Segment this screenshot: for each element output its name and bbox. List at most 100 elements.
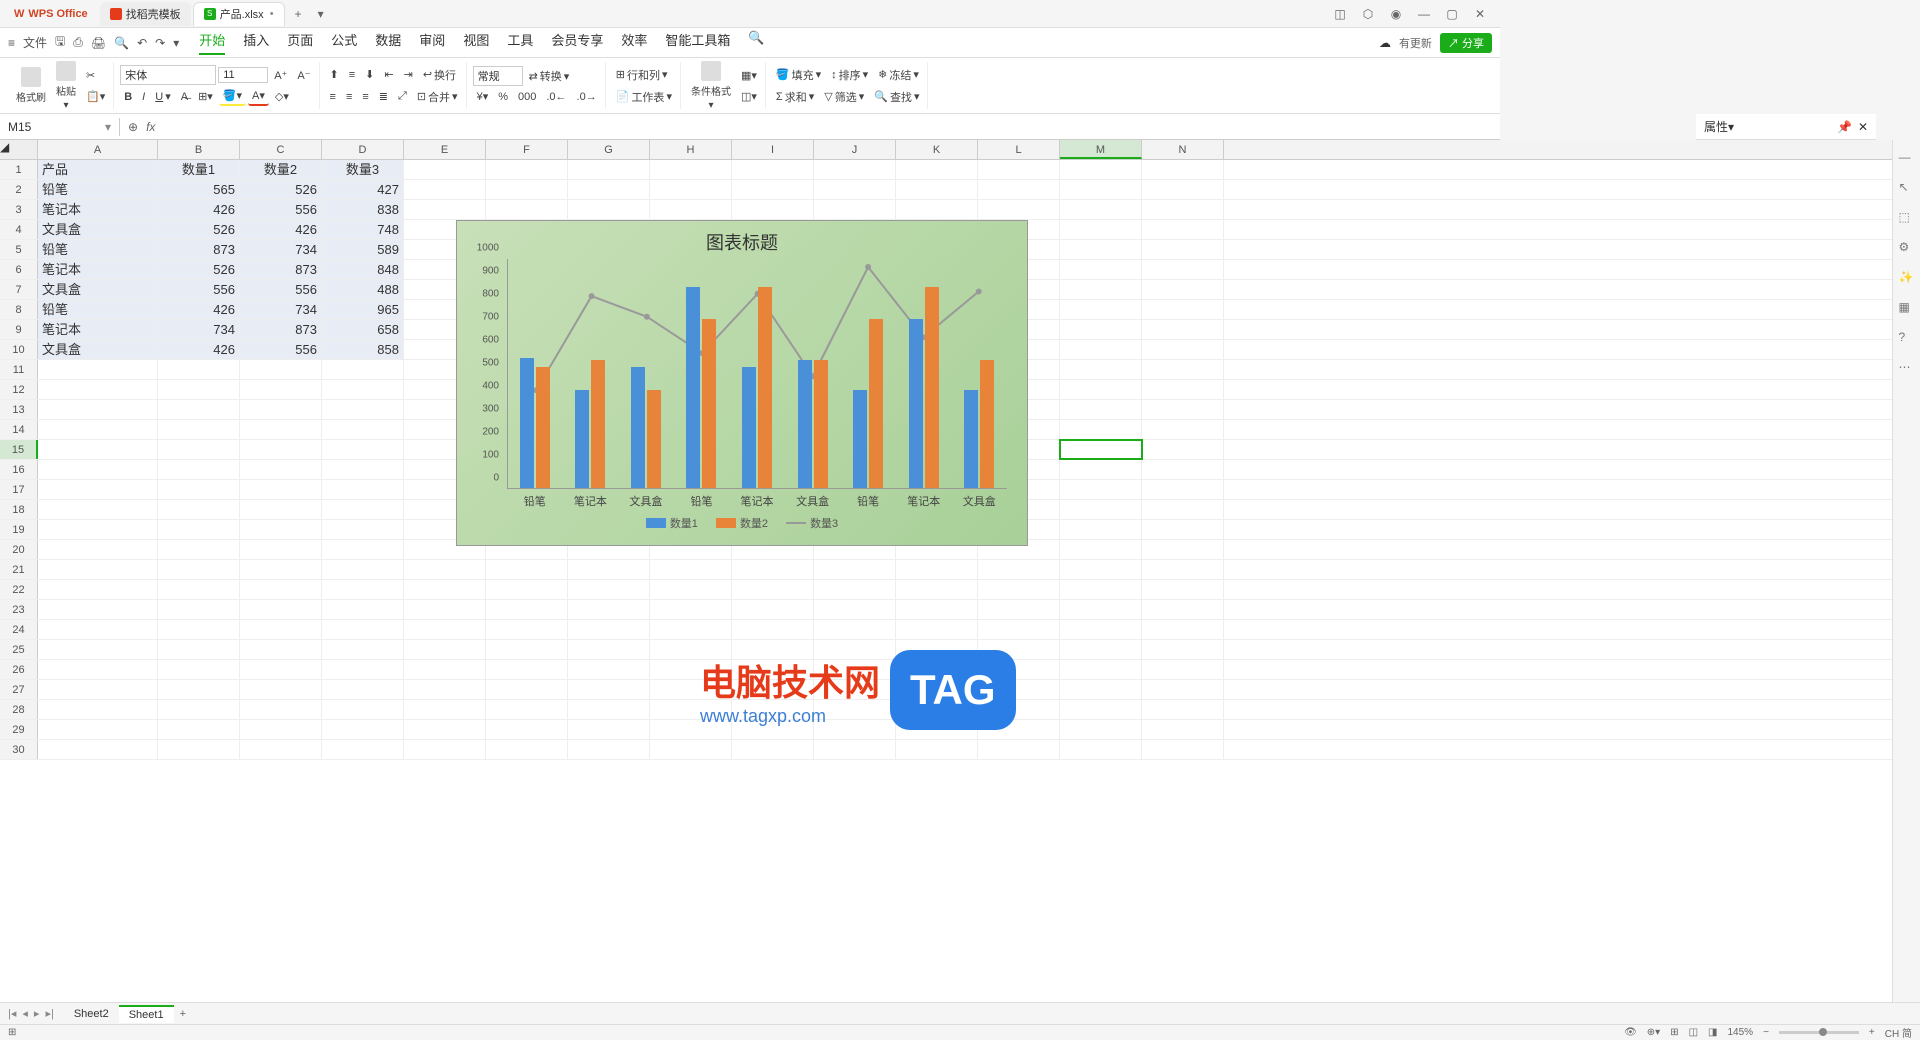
cell[interactable] <box>38 740 158 759</box>
cell[interactable] <box>322 580 404 599</box>
cell[interactable] <box>568 620 650 639</box>
cell[interactable] <box>158 360 240 379</box>
cell[interactable] <box>158 580 240 599</box>
filter-button[interactable]: ▽筛选▾ <box>820 87 868 107</box>
cell[interactable]: 838 <box>322 200 404 219</box>
cell[interactable] <box>568 700 650 719</box>
cell-style-button[interactable]: ◫▾ <box>737 88 761 105</box>
cell[interactable] <box>38 480 158 499</box>
cell[interactable] <box>38 580 158 599</box>
spreadsheet[interactable]: ◢ A B C D E F G H I J K L M N 1产品数量1数量2数… <box>0 140 1892 1010</box>
prev-sheet-button[interactable]: ◂ <box>22 1007 28 1020</box>
clear-format-button[interactable]: ◇▾ <box>271 88 293 105</box>
undo-button[interactable]: ↶ <box>137 36 147 50</box>
cell[interactable] <box>568 600 650 619</box>
cell[interactable] <box>650 160 732 179</box>
sort-button[interactable]: ↕排序▾ <box>827 65 872 85</box>
cell[interactable] <box>1142 560 1224 579</box>
cell[interactable] <box>650 560 732 579</box>
cell[interactable]: 426 <box>158 200 240 219</box>
status-icon[interactable]: ⊞ <box>8 1027 16 1038</box>
cell[interactable] <box>486 640 568 659</box>
cell[interactable]: 589 <box>322 240 404 259</box>
panel-icon[interactable]: ▦ <box>1899 300 1915 316</box>
row-header[interactable]: 27 <box>0 680 38 699</box>
minimize-button[interactable]: — <box>1416 7 1432 21</box>
cell[interactable] <box>240 540 322 559</box>
view-split-icon[interactable]: ◨ <box>1708 1027 1717 1038</box>
cell[interactable] <box>1142 460 1224 479</box>
cell[interactable] <box>732 600 814 619</box>
row-header[interactable]: 17 <box>0 480 38 499</box>
cell[interactable]: 873 <box>240 260 322 279</box>
cell[interactable] <box>404 720 486 739</box>
cell[interactable]: 数量2 <box>240 160 322 179</box>
cell[interactable] <box>896 180 978 199</box>
table-style-button[interactable]: ▦▾ <box>737 67 761 84</box>
cell[interactable] <box>650 180 732 199</box>
cell[interactable]: 铅笔 <box>38 300 158 319</box>
sheet-tab[interactable]: Sheet2 <box>64 1006 119 1022</box>
cell[interactable] <box>1060 700 1142 719</box>
cell[interactable] <box>322 680 404 699</box>
cell[interactable]: 748 <box>322 220 404 239</box>
cell[interactable] <box>38 720 158 739</box>
cell[interactable] <box>1142 600 1224 619</box>
cell[interactable] <box>1142 480 1224 499</box>
cell[interactable] <box>158 420 240 439</box>
cell[interactable] <box>1142 200 1224 219</box>
cell[interactable] <box>568 200 650 219</box>
cell[interactable] <box>240 480 322 499</box>
zoom-slider[interactable] <box>1779 1031 1859 1034</box>
col-header[interactable]: K <box>896 140 978 159</box>
cell[interactable] <box>1142 160 1224 179</box>
cell[interactable] <box>322 520 404 539</box>
cell[interactable] <box>38 600 158 619</box>
col-header[interactable]: N <box>1142 140 1224 159</box>
cell[interactable] <box>896 740 978 759</box>
cell[interactable] <box>404 180 486 199</box>
cell[interactable] <box>896 620 978 639</box>
cell[interactable]: 873 <box>158 240 240 259</box>
copy-button[interactable]: 📋▾ <box>82 88 109 105</box>
row-header[interactable]: 15 <box>0 440 38 459</box>
format-brush-button[interactable]: 格式刷 <box>12 65 50 106</box>
cell[interactable]: 数量1 <box>158 160 240 179</box>
cell[interactable] <box>1142 520 1224 539</box>
cell[interactable] <box>978 620 1060 639</box>
paste-button[interactable]: 粘贴▾ <box>52 59 80 113</box>
cell[interactable]: 848 <box>322 260 404 279</box>
layout-icon[interactable]: ◫ <box>1332 7 1348 21</box>
cell[interactable] <box>814 160 896 179</box>
cell[interactable] <box>896 580 978 599</box>
add-tab-button[interactable]: + <box>287 7 310 21</box>
convert-button[interactable]: ⇄转换▾ <box>525 66 574 86</box>
cell[interactable]: 426 <box>158 300 240 319</box>
cell[interactable] <box>650 740 732 759</box>
zoom-thumb[interactable] <box>1819 1028 1827 1036</box>
cell[interactable] <box>1060 480 1142 499</box>
justify-button[interactable]: ≣ <box>375 88 392 105</box>
tab-document[interactable]: S 产品.xlsx • <box>193 2 285 26</box>
cell[interactable] <box>1060 280 1142 299</box>
eye-icon[interactable]: 👁 <box>1624 1027 1637 1038</box>
style-icon[interactable]: ⬚ <box>1899 210 1915 226</box>
cell[interactable] <box>1060 360 1142 379</box>
cell[interactable] <box>1142 540 1224 559</box>
worksheet-button[interactable]: 📄工作表▾ <box>612 87 676 107</box>
cell[interactable]: 488 <box>322 280 404 299</box>
cell[interactable] <box>1142 380 1224 399</box>
cell[interactable] <box>486 180 568 199</box>
tab-review[interactable]: 审阅 <box>419 30 445 55</box>
collapse-icon[interactable]: — <box>1899 150 1915 166</box>
cell[interactable] <box>158 440 240 459</box>
cell[interactable] <box>1142 180 1224 199</box>
cell[interactable] <box>1060 200 1142 219</box>
cell[interactable] <box>158 680 240 699</box>
cell[interactable] <box>486 560 568 579</box>
cell[interactable] <box>978 740 1060 759</box>
cell[interactable] <box>158 620 240 639</box>
cell[interactable] <box>1060 540 1142 559</box>
italic-button[interactable]: I <box>138 89 149 105</box>
cell[interactable]: 734 <box>240 300 322 319</box>
